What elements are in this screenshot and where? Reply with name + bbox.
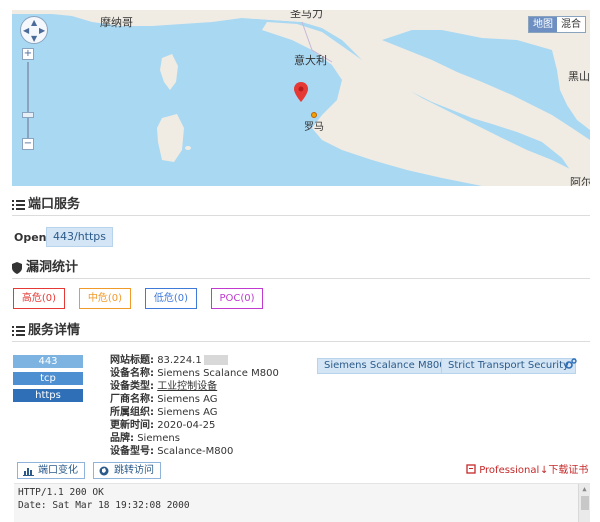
map-label-italy: 意大利 (294, 54, 327, 67)
map-label-san-marino: 圣马力 (290, 10, 323, 20)
poc-badge[interactable]: POC(0) (211, 288, 263, 309)
detail-row-device-type: 设备类型: 工业控制设备 (110, 381, 218, 392)
console-line: HTTP/1.1 200 OK (18, 487, 104, 498)
detail-row-organization: 所属组织: Siemens AG (110, 407, 218, 418)
redacted-block (203, 355, 228, 365)
professional-link[interactable]: Professional (466, 464, 539, 477)
zoom-in-button[interactable]: + (22, 48, 34, 60)
zoom-track[interactable] (27, 62, 29, 138)
section-title: 服务详情 (28, 323, 81, 338)
zoom-out-button[interactable]: − (22, 138, 34, 150)
pan-right-icon[interactable]: ▶ (39, 27, 45, 35)
site-title-value: 83.224.1 (157, 355, 202, 366)
scroll-up-icon[interactable]: ▲ (579, 484, 590, 494)
port-services-header: 端口服务 (12, 196, 590, 216)
protocol-pill: https (13, 389, 83, 402)
map-type-hybrid-button[interactable]: 混合 (557, 17, 585, 32)
map-view[interactable]: 摩纳哥 圣马力 意大利 罗马 黑山 阿尔 地图 混合 ▲ ▼ ◀ ▶ + − (12, 10, 590, 186)
settings-gears-icon[interactable] (565, 358, 577, 370)
list-icon (12, 200, 25, 210)
list-icon (12, 326, 25, 336)
globe-icon (99, 466, 109, 476)
map-navigation-control: ▲ ▼ ◀ ▶ (20, 16, 50, 44)
transport-pill: tcp (13, 372, 83, 385)
low-risk-badge[interactable]: 低危(0) (145, 288, 197, 309)
port-tag[interactable]: 443/https (46, 227, 114, 247)
shield-icon (12, 262, 22, 274)
pan-left-icon[interactable]: ◀ (23, 27, 29, 35)
location-pin-icon[interactable] (294, 82, 308, 102)
download-cert-link[interactable]: ↓下载证书 (540, 464, 588, 477)
map-type-map-button[interactable]: 地图 (529, 17, 557, 32)
port-number-pill: 443 (13, 355, 83, 368)
console-scrollbar[interactable]: ▲ (578, 484, 590, 522)
detail-row-title: 网站标题: 83.224.1 (110, 355, 228, 367)
pan-up-icon[interactable]: ▲ (31, 19, 37, 27)
map-type-switcher: 地图 混合 (528, 16, 586, 33)
rome-marker-dot (311, 112, 317, 118)
map-zoom-control: + − (22, 48, 34, 152)
response-console[interactable]: HTTP/1.1 200 OK Date: Sat Mar 18 19:32:0… (14, 483, 590, 522)
section-title: 端口服务 (28, 197, 81, 212)
section-title: 漏洞统计 (26, 260, 79, 275)
product-tag[interactable]: Siemens Scalance M800 (317, 358, 453, 374)
detail-row-updated: 更新时间: 2020-04-25 (110, 420, 216, 431)
high-risk-badge[interactable]: 高危(0) (13, 288, 65, 309)
port-change-button[interactable]: 端口变化 (17, 462, 85, 479)
detail-row-brand: 品牌: Siemens (110, 433, 180, 444)
map-label-montenegro: 黑山 (568, 70, 590, 83)
console-line: Date: Sat Mar 18 19:32:08 2000 (18, 500, 190, 511)
detail-row-model: 设备型号: Scalance-M800 (110, 446, 234, 457)
medium-risk-badge[interactable]: 中危(0) (79, 288, 131, 309)
bar-chart-icon (23, 468, 34, 476)
scroll-thumb[interactable] (581, 496, 589, 510)
map-label-albania: 阿尔 (570, 176, 590, 186)
hsts-tag[interactable]: Strict Transport Security (441, 358, 576, 374)
service-details-header: 服务详情 (12, 322, 590, 342)
map-pan-control[interactable]: ▲ ▼ ◀ ▶ (20, 16, 48, 44)
document-icon (466, 464, 476, 474)
detail-row-vendor: 厂商名称: Siemens AG (110, 394, 218, 405)
vuln-stats-header: 漏洞统计 (12, 259, 590, 279)
map-label-monaco: 摩纳哥 (100, 16, 133, 29)
detail-row-device-name: 设备名称: Siemens Scalance M800 (110, 368, 279, 379)
pan-down-icon[interactable]: ▼ (31, 35, 37, 43)
zoom-slider-handle[interactable] (22, 112, 34, 118)
device-type-link[interactable]: 工业控制设备 (157, 381, 217, 392)
map-label-rome: 罗马 (304, 122, 324, 133)
visit-button[interactable]: 跳转访问 (93, 462, 161, 479)
